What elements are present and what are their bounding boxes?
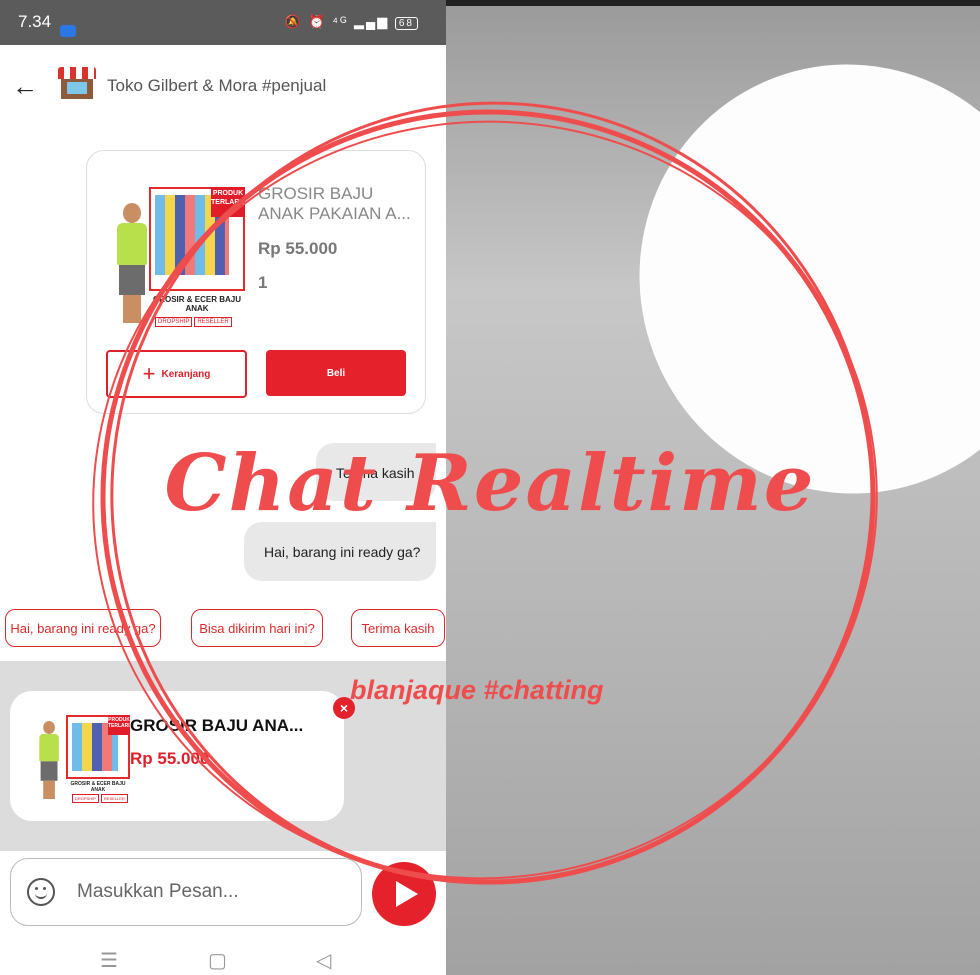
message-input[interactable]: Masukkan Pesan... xyxy=(10,858,362,926)
shop-icon xyxy=(58,67,96,99)
message-placeholder: Masukkan Pesan... xyxy=(77,881,239,902)
network-label: ⁴ᴳ xyxy=(332,14,349,29)
preview-image: PRODUK TERLARIS GROSIR & ECER BAJU ANAK … xyxy=(34,711,134,803)
product-image: PRODUK TERLARIS GROSIR & ECER BAJU ANAK … xyxy=(105,181,246,329)
quick-reply-chip[interactable]: Bisa dikirim hari ini? xyxy=(191,609,323,647)
message-bubble: Hai, barang ini ready ga? xyxy=(244,522,436,581)
poster-tag: PRODUK TERLARIS xyxy=(108,715,133,735)
send-button[interactable] xyxy=(372,862,436,926)
battery-icon: 68 xyxy=(394,17,418,30)
product-quantity: 1 xyxy=(258,273,268,292)
chat-header: ← Toko Gilbert & Mora #penjual xyxy=(0,45,446,125)
poster-chip: DROPSHIP xyxy=(155,317,193,327)
status-time: 7.34 xyxy=(18,12,52,31)
product-price: Rp 55.000 xyxy=(258,239,338,258)
cart-label: Keranjang xyxy=(161,368,211,380)
back-icon[interactable]: ◁ xyxy=(316,948,331,973)
overlay-title: Chat Realtime xyxy=(164,438,816,529)
emoji-icon[interactable] xyxy=(27,878,55,906)
buy-button[interactable]: Beli xyxy=(266,350,406,396)
status-icons: 🔕 ⏰ ⁴ᴳ ▂▄▆ 68 xyxy=(285,14,418,30)
preview-card: PRODUK TERLARIS GROSIR & ECER BAJU ANAK … xyxy=(10,691,344,821)
poster-chip: DROPSHIP xyxy=(72,794,99,803)
system-navbar: ☰ ▢ ◁ xyxy=(0,940,446,975)
poster-chip: RESELLER xyxy=(194,317,232,327)
poster-tag: PRODUK TERLARIS xyxy=(211,187,246,217)
overlay-subtitle: blanjaque #chatting xyxy=(350,675,604,705)
preview-title: GROSIR BAJU ANA... xyxy=(130,716,304,735)
quick-reply-chip[interactable]: Terima kasih xyxy=(351,609,445,647)
notification-icon xyxy=(60,25,76,37)
plus-icon: + xyxy=(142,361,156,386)
shop-name: Toko Gilbert & Mora #penjual xyxy=(107,76,327,95)
message-text: Hai, barang ini ready ga? xyxy=(264,544,421,560)
add-to-cart-button[interactable]: + Keranjang xyxy=(106,350,247,398)
poster-chip: RESELLER xyxy=(100,794,128,803)
back-arrow-icon[interactable]: ← xyxy=(12,71,38,102)
quick-reply-chip[interactable]: Hai, barang ini ready ga? xyxy=(5,609,161,647)
menu-icon[interactable]: ☰ xyxy=(100,948,118,973)
poster-label: GROSIR & ECER BAJU ANAK xyxy=(70,781,126,793)
poster-label: GROSIR & ECER BAJU ANAK xyxy=(152,295,241,313)
background-strip xyxy=(446,0,980,6)
home-icon[interactable]: ▢ xyxy=(208,948,227,973)
status-bar: 7.34 🔕 ⏰ ⁴ᴳ ▂▄▆ 68 xyxy=(0,0,446,45)
product-card[interactable]: PRODUK TERLARIS GROSIR & ECER BAJU ANAK … xyxy=(86,150,426,414)
preview-price: Rp 55.000 xyxy=(130,749,210,768)
product-title: GROSIR BAJU ANAK PAKAIAN A... xyxy=(258,184,411,223)
